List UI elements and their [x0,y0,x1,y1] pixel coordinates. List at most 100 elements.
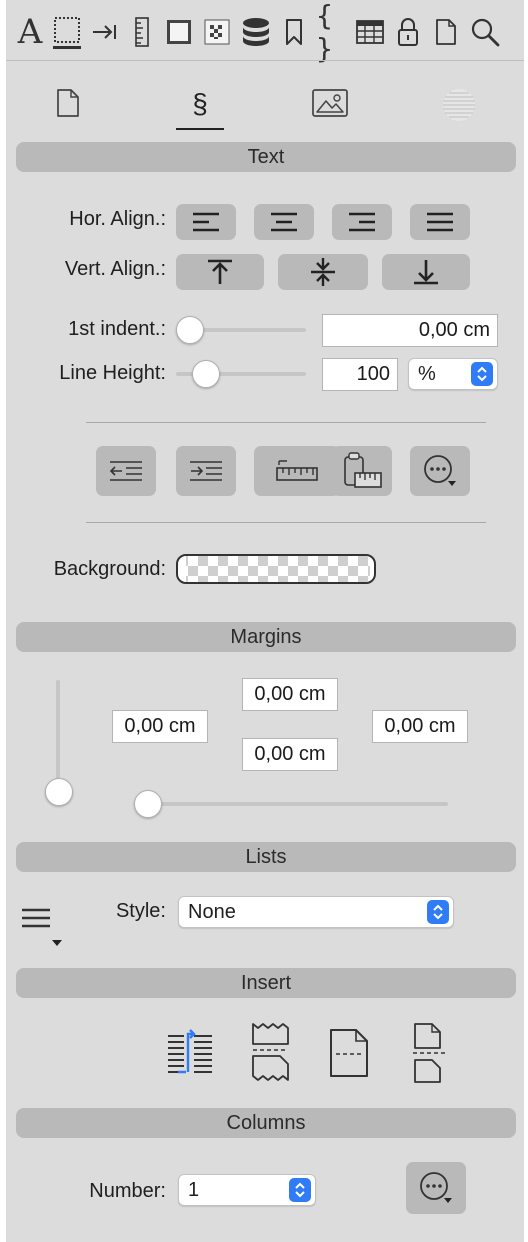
document-icon[interactable] [432,12,460,52]
document-tab[interactable] [56,88,82,120]
line-height-field[interactable]: 100 [322,358,398,391]
line-height-label: Line Height: [59,362,166,384]
section-insert-title: Insert [240,971,292,994]
tab-stops-button[interactable] [254,446,340,496]
line-height-unit-popup[interactable]: % [408,358,498,390]
vert-align-label: Vert. Align.: [64,258,166,280]
table-icon[interactable] [354,12,386,52]
align-center-icon [271,212,297,232]
braces-glyph: { } [316,0,333,65]
decrease-indent-button[interactable] [96,446,156,496]
increase-indent-button[interactable] [176,446,236,496]
line-height-unit-stepper-icon [471,362,493,386]
section-margins-title: Margins [230,625,302,648]
columns-number-stepper-icon [289,1178,311,1202]
align-middle-button[interactable] [278,254,368,290]
align-justify-icon [427,212,453,232]
transparent-pattern-icon [186,556,370,582]
align-center-button[interactable] [254,204,314,240]
align-left-button[interactable] [176,204,236,240]
margin-top-field[interactable]: 0,00 cm [242,678,338,711]
more-text-options-button[interactable] [410,446,470,496]
text-style-icon[interactable]: A [12,12,48,52]
list-style-stepper-icon [427,900,449,924]
braces-icon[interactable]: { } [316,0,352,65]
insert-column-break-button[interactable] [166,1028,214,1076]
margin-horizontal-slider-track [148,802,448,806]
pattern-tab-icon [443,89,475,121]
document-tab-icon [57,89,79,117]
line-height-unit-value: % [418,362,436,385]
search-icon[interactable] [468,12,502,52]
box-icon[interactable] [164,12,194,52]
bookmark-icon[interactable] [282,12,306,52]
section-margins-header: Margins [16,622,516,652]
insert-page-break-new-button[interactable] [410,1022,450,1084]
section-columns-header: Columns [16,1108,516,1138]
divider [86,522,486,523]
ellipsis-icon [420,1172,452,1203]
align-justify-button[interactable] [410,204,470,240]
columns-number-popup[interactable]: 1 [178,1174,316,1206]
align-right-button[interactable] [332,204,392,240]
margin-horizontal-slider[interactable] [134,790,448,818]
section-lists-title: Lists [245,845,287,868]
list-style-popup[interactable]: None [178,896,454,928]
align-bottom-button[interactable] [382,254,470,290]
tab-icon[interactable] [90,12,120,52]
list-menu-icon [22,908,62,946]
lock-icon[interactable] [394,12,422,52]
align-middle-icon [311,258,335,286]
section-text-title: Text [247,145,285,168]
align-bottom-icon [414,260,438,285]
align-left-icon [193,212,219,232]
increase-indent-icon [190,461,222,481]
more-columns-options-button[interactable] [406,1162,466,1214]
list-menu-button[interactable] [20,904,66,952]
margin-vertical-slider[interactable] [44,680,73,806]
paragraph-tab[interactable]: § [176,84,224,130]
section-insert-header: Insert [16,968,516,998]
hor-align-label: Hor. Align.: [69,208,166,230]
section-break-icon [330,1029,368,1077]
insert-page-break-button[interactable] [250,1020,292,1084]
ellipsis-icon [424,455,456,486]
margin-vertical-slider-track [56,680,60,792]
frame-icon[interactable] [48,12,86,52]
checker-icon[interactable] [202,12,232,52]
database-icon[interactable] [238,12,274,52]
image-tab-icon [312,89,348,117]
inspector-panel: A { } § Text Hor. Align.: Vert. Align.: … [6,0,524,1242]
margin-right-field[interactable]: 0,00 cm [372,710,468,743]
columns-number-label: Number: [89,1180,166,1202]
decrease-indent-icon [109,461,142,481]
align-right-icon [349,212,375,232]
first-indent-slider-knob[interactable] [176,316,204,344]
pattern-tab[interactable] [442,88,476,122]
first-indent-slider[interactable] [176,316,306,344]
margin-vertical-slider-knob[interactable] [45,778,73,806]
image-tab[interactable] [312,88,348,120]
line-height-slider[interactable] [176,360,306,388]
paste-ruler-icon [344,452,382,488]
paste-ruler-button[interactable] [332,446,392,496]
margin-left-field[interactable]: 0,00 cm [112,710,208,743]
background-label: Background: [53,558,166,580]
line-height-slider-knob[interactable] [192,360,220,388]
align-top-button[interactable] [176,254,264,290]
columns-number-value: 1 [188,1178,200,1201]
new-page-break-icon [413,1023,446,1083]
column-break-icon [168,1029,212,1074]
margin-bottom-field[interactable]: 0,00 cm [242,738,338,771]
ruler-icon[interactable] [130,12,154,52]
align-top-icon [208,259,232,284]
first-indent-field[interactable]: 0,00 cm [322,314,498,347]
margin-horizontal-slider-knob[interactable] [134,790,162,818]
tab-ruler-icon [276,460,318,481]
list-style-label: Style: [115,900,166,922]
active-tab-underline [176,128,224,130]
text-style-glyph: A [17,12,43,52]
insert-section-break-button[interactable] [328,1028,370,1078]
list-style-value: None [188,900,236,923]
background-color-well[interactable] [176,554,376,584]
